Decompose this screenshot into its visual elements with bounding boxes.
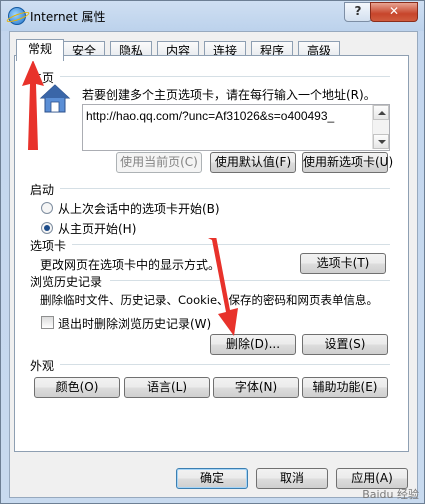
ok-button[interactable]: 确定 bbox=[176, 468, 248, 489]
tabs-group-divider bbox=[72, 244, 390, 245]
tabs-settings-button[interactable]: 选项卡(T) bbox=[300, 253, 386, 274]
history-group-divider bbox=[110, 280, 390, 281]
delete-history-button[interactable]: 删除(D)... bbox=[210, 334, 296, 355]
url-scrollbar[interactable] bbox=[372, 105, 389, 149]
cancel-button[interactable]: 取消 bbox=[256, 468, 328, 489]
appearance-group-label: 外观 bbox=[30, 359, 55, 373]
languages-button[interactable]: 语言(L) bbox=[124, 377, 210, 398]
window-title: Internet 属性 bbox=[30, 10, 106, 24]
tabs-description: 更改网页在选项卡中的显示方式。 bbox=[40, 258, 221, 272]
colors-button[interactable]: 颜色(O) bbox=[34, 377, 120, 398]
watermark: Baidu 经验 bbox=[362, 488, 419, 501]
appearance-group-divider bbox=[60, 364, 390, 365]
startup-last-session-label: 从上次会话中的选项卡开始(B) bbox=[58, 202, 220, 216]
home-instruction: 若要创建多个主页选项卡，请在每行输入一个地址(R)。 bbox=[82, 88, 376, 102]
startup-group-divider bbox=[60, 188, 390, 189]
history-settings-button[interactable]: 设置(S) bbox=[302, 334, 388, 355]
history-group-label: 浏览历史记录 bbox=[30, 275, 103, 289]
scroll-down-icon[interactable] bbox=[373, 134, 389, 149]
tab-general[interactable]: 常规 bbox=[16, 39, 64, 61]
delete-on-exit-label: 退出时删除浏览历史记录(W) bbox=[58, 317, 212, 331]
history-description: 删除临时文件、历史记录、Cookie、保存的密码和网页表单信息。 bbox=[40, 293, 379, 307]
home-url-textarea[interactable]: http://hao.qq.com/?unc=Af31026&s=o400493… bbox=[82, 104, 390, 151]
fonts-button[interactable]: 字体(N) bbox=[213, 377, 299, 398]
use-default-button[interactable]: 使用默认值(F) bbox=[210, 152, 296, 173]
accessibility-button[interactable]: 辅助功能(E) bbox=[302, 377, 388, 398]
startup-last-session-radio[interactable] bbox=[41, 202, 53, 214]
home-icon bbox=[39, 84, 71, 113]
startup-homepage-radio[interactable] bbox=[41, 222, 53, 234]
home-url-value: http://hao.qq.com/?unc=Af31026&s=o400493… bbox=[86, 109, 335, 123]
use-current-button[interactable]: 使用当前页(C) bbox=[116, 152, 202, 173]
delete-on-exit-checkbox[interactable] bbox=[41, 316, 54, 329]
help-button[interactable]: ? bbox=[344, 2, 372, 22]
startup-homepage-label: 从主页开始(H) bbox=[58, 222, 137, 236]
close-button[interactable]: ✕ bbox=[370, 2, 418, 22]
startup-group-label: 启动 bbox=[30, 183, 55, 197]
tabs-group-label: 选项卡 bbox=[30, 239, 67, 253]
home-group-divider bbox=[60, 76, 390, 77]
scroll-up-icon[interactable] bbox=[373, 105, 389, 120]
title-bar: Internet 属性 ? ✕ bbox=[1, 1, 424, 31]
use-new-tab-button[interactable]: 使用新选项卡(U) bbox=[302, 152, 393, 173]
internet-explorer-icon bbox=[8, 7, 26, 25]
